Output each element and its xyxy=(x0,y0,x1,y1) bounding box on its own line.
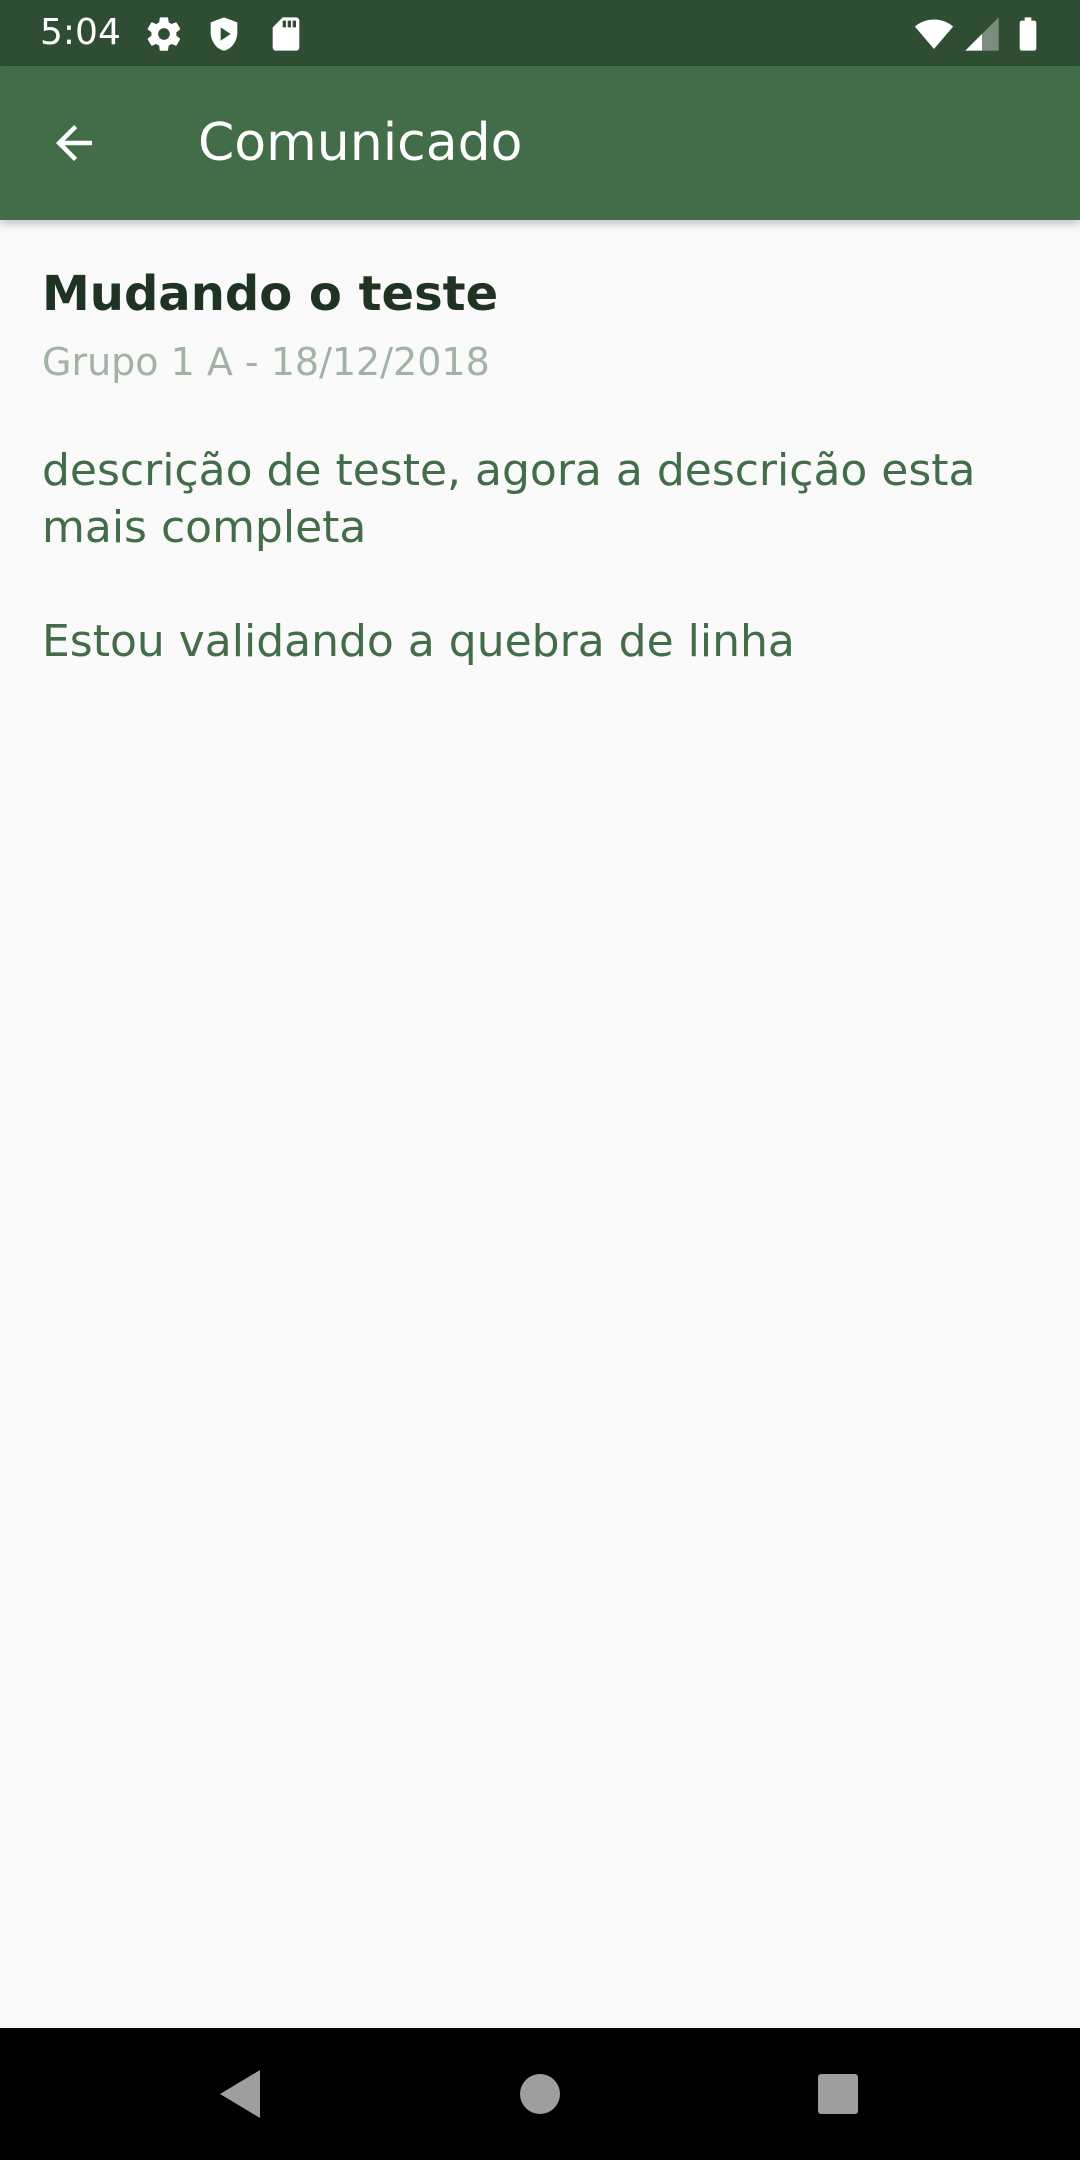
notice-content: Mudando o teste Grupo 1 A - 18/12/2018 d… xyxy=(0,220,1080,2028)
home-circle-icon xyxy=(520,2074,560,2114)
screen: 5:04 Comunicado Mudando o teste Grupo 1 … xyxy=(0,0,1080,2160)
nav-back-button[interactable] xyxy=(204,2058,276,2130)
app-bar: Comunicado xyxy=(0,66,1080,220)
battery-icon xyxy=(1008,14,1048,54)
wifi-icon xyxy=(914,14,954,54)
page-title: Comunicado xyxy=(198,113,523,173)
nav-home-button[interactable] xyxy=(504,2058,576,2130)
system-nav-bar xyxy=(0,2028,1080,2160)
notice-meta: Grupo 1 A - 18/12/2018 xyxy=(42,340,490,384)
shield-icon xyxy=(204,14,244,54)
status-bar: 5:04 xyxy=(0,0,1080,66)
nav-recents-button[interactable] xyxy=(802,2058,874,2130)
notice-body: descrição de teste, agora a descrição es… xyxy=(42,445,976,667)
sd-card-icon xyxy=(266,14,306,54)
notice-title: Mudando o teste xyxy=(42,266,499,322)
back-triangle-icon xyxy=(220,2070,260,2118)
status-time: 5:04 xyxy=(40,12,121,53)
back-button[interactable] xyxy=(36,105,112,181)
gear-icon xyxy=(144,14,184,54)
recents-square-icon xyxy=(818,2074,858,2114)
arrow-back-icon xyxy=(56,125,92,161)
signal-icon xyxy=(962,14,1002,54)
